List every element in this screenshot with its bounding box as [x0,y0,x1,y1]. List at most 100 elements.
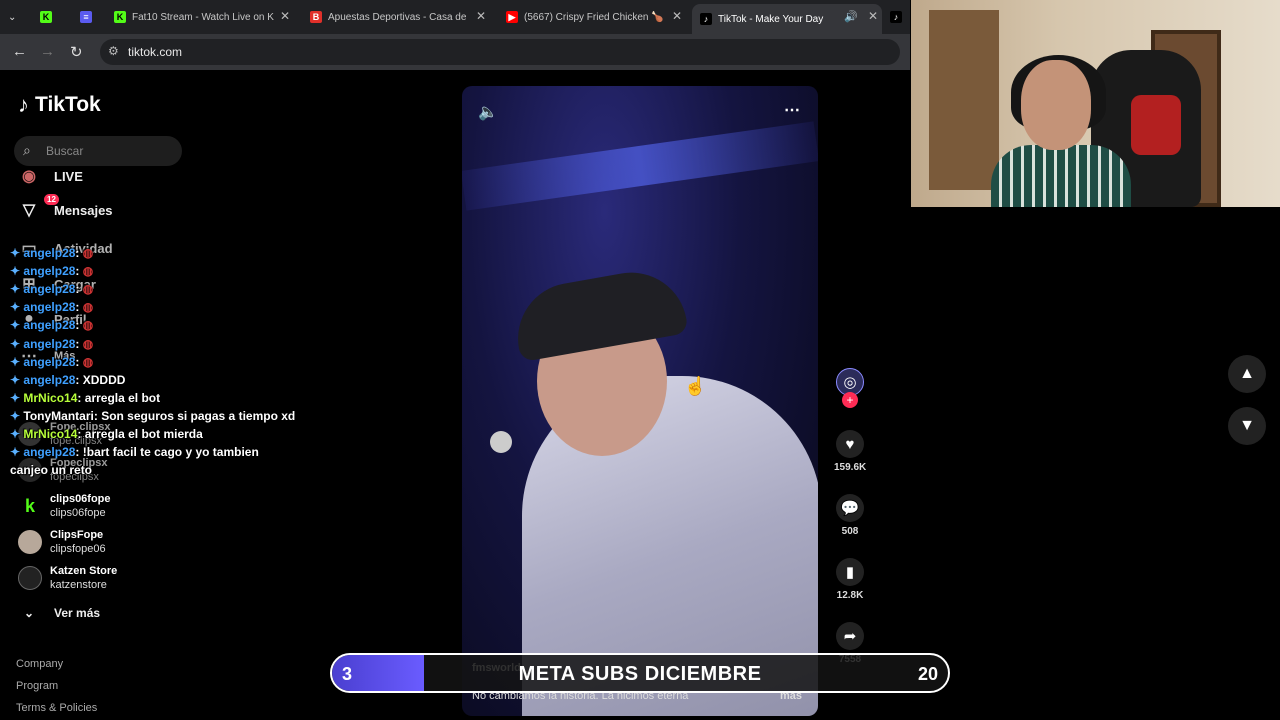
chat-username: MrNico14 [23,427,78,441]
chat-message: ✦ angelp28: ◍ [10,355,93,369]
chat-username: angelp28 [23,246,76,260]
close-icon[interactable]: ✕ [868,9,878,23]
badge-icon: ✦ [10,264,24,279]
close-icon[interactable]: ✕ [280,9,290,23]
chat-colon: : [75,264,83,279]
tab-list-button[interactable]: ⌄ [8,6,26,28]
comment-count: 508 [841,526,859,537]
reload-icon[interactable]: ↻ [70,43,83,61]
browser-tab-bar: ⌄ K ≡ K Fat10 Stream - Watch Live on K ✕… [0,0,910,34]
badge-icon: ✦ [10,427,24,441]
chat-colon: : [75,318,83,333]
chat-username: angelp28 [23,354,76,369]
tiktok-logo[interactable]: ♪ TikTok [18,92,101,118]
chat-colon: : [75,336,83,351]
forward-arrow-icon[interactable]: → [40,43,55,60]
badge-icon: ✦ [10,372,24,387]
video-player[interactable]: 🔈 ⋯ fmsworld No cambiamos la historia. L… [462,86,818,716]
live-icon: ◉ [22,168,36,185]
tab-apuestas[interactable]: B Apuestas Deportivas - Casa de ✕ [310,6,490,28]
sidebar-item-messages[interactable]: ▽ 12 Mensajes [16,194,113,220]
account-item[interactable]: k clips06fope clips06fope [18,492,111,520]
tab-kick[interactable]: K [40,6,60,28]
footer-link-program[interactable]: Program [16,680,58,692]
tab-streamlabs[interactable]: ≡ [80,6,100,28]
search-input[interactable]: ⌕ Buscar [14,136,182,166]
chat-username: angelp28 [23,336,76,351]
share-icon: ➦ [836,622,864,650]
chat-username: angelp28 [23,300,76,315]
close-icon[interactable]: ✕ [476,9,486,23]
streamer-face [1021,60,1091,150]
account-item[interactable]: Katzen Store katzenstore [18,564,117,592]
chat-message: ✦ angelp28: ◍ [10,318,93,332]
sidebar-item-live[interactable]: ◉ LIVE [16,166,83,186]
account-item[interactable]: ClipsFope clipsfope06 [18,528,106,556]
chat-text: !bart facil te cago y yo tambien [82,445,259,460]
tab-fat10[interactable]: K Fat10 Stream - Watch Live on K ✕ [114,6,294,28]
sidebar-item-label: Mensajes [54,202,113,218]
badge-icon: ✦ [10,408,24,423]
tiktok-brand-text: TikTok [35,93,101,116]
chat-text: canjeo un reto [10,463,93,478]
like-button[interactable]: ♥ 159.6K [834,430,866,473]
chat-username: angelp28 [23,445,76,460]
badge-icon: ✦ [10,390,24,405]
close-icon[interactable]: ✕ [672,9,682,23]
tab-tiktok[interactable]: ♪ TikTok - Make Your Day 🔊 ✕ [692,4,882,34]
tab-label: Fat10 Stream - Watch Live on K [132,11,274,23]
site-info-icon[interactable]: ⚙ [108,44,119,58]
url-field[interactable]: ⚙ tiktok.com [100,39,900,65]
tab-label: TikTok - Make Your Day [718,13,824,25]
creator-avatar[interactable]: ◎ + [834,368,866,408]
emote-icon: ◍ [82,282,94,297]
speaker-icon[interactable]: 🔊 [844,10,858,23]
account-name: ClipsFope [50,529,104,541]
chat-colon: : [77,390,85,405]
tab-label: Apuestas Deportivas - Casa de [328,11,467,23]
like-count: 159.6K [834,462,867,473]
account-name: Katzen Store [50,565,118,577]
tiktok-icon: ♪ [700,13,712,25]
chat-username: angelp28 [23,264,76,279]
see-more-link[interactable]: ⌄ Ver más [16,606,100,620]
chat-message: canjeo un reto [10,463,92,477]
emote-icon: ◍ [82,336,94,351]
comment-button[interactable]: 💬 508 [834,494,866,537]
back-arrow-icon[interactable]: ← [12,43,27,60]
more-options-icon[interactable]: ⋯ [784,100,800,120]
save-button[interactable]: ▮ 12.8K [834,558,866,601]
url-text: tiktok.com [128,45,183,59]
tab-tiktok-2[interactable]: ♪ [890,6,908,28]
search-icon: ⌕ [23,142,31,158]
chat-username: angelp28 [23,372,76,387]
volume-icon[interactable]: 🔈 [478,102,498,122]
tiktok-icon: ♪ [890,11,902,23]
badge-icon: ✦ [10,300,24,315]
chat-message: ✦ angelp28: ◍ [10,246,93,260]
stage-light [462,121,818,211]
footer-link-terms[interactable]: Terms & Policies [16,702,97,714]
chat-message: ✦ angelp28: !bart facil te cago y yo tam… [10,445,259,459]
kick-icon: K [40,11,52,23]
send-icon: ▽ [22,202,36,219]
save-count: 12.8K [836,590,864,601]
chevron-up-icon: ▲ [1239,365,1255,382]
footer-link-company[interactable]: Company [16,658,63,670]
follow-plus-icon[interactable]: + [842,392,858,408]
chat-colon: : [75,445,83,460]
emote-icon: ◍ [82,264,94,279]
badge-icon: ✦ [10,246,24,260]
tab-label: (5667) Crispy Fried Chicken 🍗 [524,11,664,23]
previous-video-button[interactable]: ▲ [1228,355,1266,393]
chevron-down-icon: ⌄ [23,606,35,620]
next-video-button[interactable]: ▼ [1228,407,1266,445]
chat-username: MrNico14 [23,390,78,405]
chat-message: ✦ MrNico14: arregla el bot [10,391,160,405]
badge-icon: ✦ [10,336,24,351]
door-frame [929,10,999,190]
see-more-label: Ver más [54,606,101,620]
badge-icon: ✦ [10,318,24,333]
account-name: clips06fope [50,493,111,505]
tab-youtube[interactable]: ▶ (5667) Crispy Fried Chicken 🍗 ✕ [506,6,686,28]
